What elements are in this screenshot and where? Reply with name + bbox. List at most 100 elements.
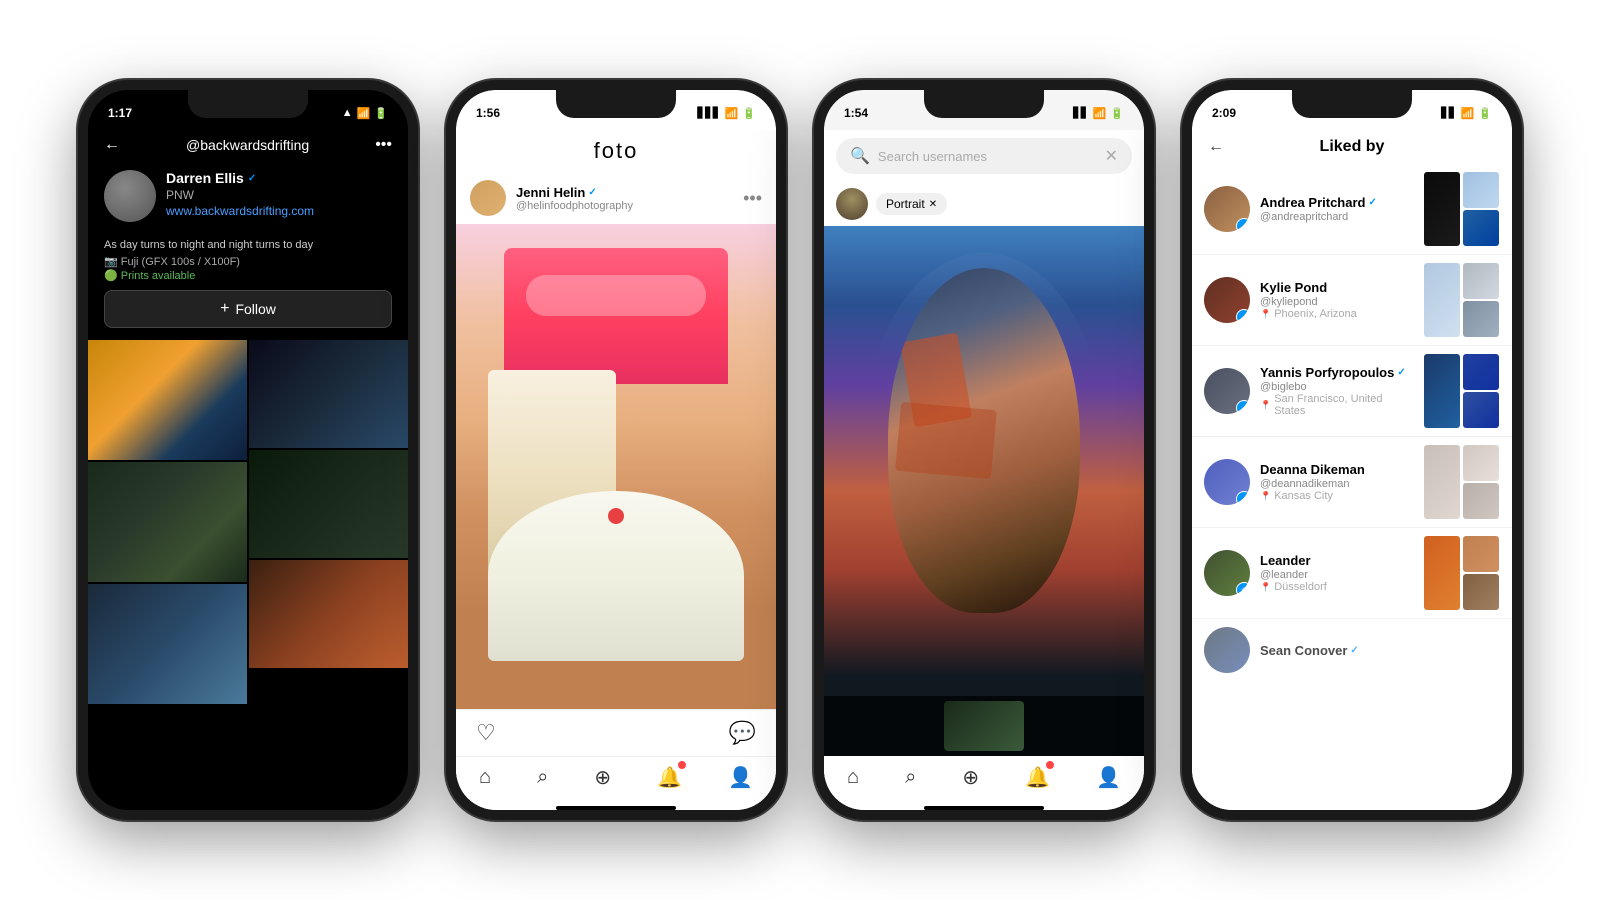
follow-check-kylie: ✓: [1236, 309, 1250, 323]
back-icon-1[interactable]: ←: [104, 136, 120, 154]
liked-item-deanna[interactable]: ✓ Deanna Dikeman @deannadikeman 📍 Kansas…: [1192, 436, 1512, 527]
pin-icon-kylie: 📍: [1260, 309, 1271, 320]
grid-img-3[interactable]: [88, 462, 247, 582]
time-4: 2:09: [1212, 106, 1236, 120]
liked-info-kylie: Kylie Pond @kyliepond 📍 Phoenix, Arizona: [1260, 280, 1414, 320]
more-icon-2[interactable]: •••: [743, 188, 762, 209]
add-nav[interactable]: ⊕: [594, 765, 611, 790]
grid-img-6[interactable]: [249, 560, 408, 668]
liked-name-andrea: Andrea Pritchard ✓: [1260, 195, 1414, 210]
liked-photo-a3: [1463, 210, 1499, 246]
filter-chip-portrait[interactable]: Portrait ✕: [876, 193, 947, 215]
home-nav-3[interactable]: ⌂: [847, 766, 859, 789]
liked-name-leander: Leander: [1260, 553, 1414, 568]
liked-photo-d1: [1424, 445, 1460, 519]
follow-plus-leander: +: [1236, 582, 1250, 596]
liked-title: Liked by: [1224, 138, 1480, 156]
liked-location-kylie: 📍 Phoenix, Arizona: [1260, 308, 1414, 320]
liked-photos-deanna: [1424, 445, 1500, 519]
signal-icon-2: ▋▋▋: [698, 108, 721, 119]
post-avatar[interactable]: [470, 180, 506, 216]
add-nav-3[interactable]: ⊕: [962, 765, 979, 790]
time-1: 1:17: [108, 106, 132, 120]
grid-img-2[interactable]: [249, 340, 408, 448]
post-image: [456, 224, 776, 709]
liked-item-leander[interactable]: + Leander @leander 📍 Düsseldorf: [1192, 527, 1512, 618]
home-bar-3: [924, 806, 1044, 810]
scene: 1:17 ▲ 📶 🔋 ← @backwardsdrifting •••: [0, 0, 1600, 900]
liked-avatar-andrea: ✓: [1204, 186, 1250, 232]
verified-andrea: ✓: [1368, 197, 1376, 208]
post-handle: @helinfoodphotography: [516, 200, 733, 212]
liked-handle-deanna: @deannadikeman: [1260, 478, 1414, 490]
like-icon[interactable]: ♡: [476, 720, 496, 746]
post-username: Jenni Helin ✓: [516, 185, 733, 200]
notif-nav-2[interactable]: 🔔: [657, 765, 682, 790]
profile-username: @backwardsdrifting: [120, 137, 375, 153]
liked-location-leander: 📍 Düsseldorf: [1260, 581, 1414, 593]
notch-4: [1292, 90, 1412, 118]
search-nav-3[interactable]: ⌕: [905, 766, 916, 789]
liked-item-yannis[interactable]: ✓ Yannis Porfyropoulos ✓ @biglebo 📍 San …: [1192, 345, 1512, 436]
cake-scene: [456, 224, 776, 709]
time-2: 1:56: [476, 106, 500, 120]
liked-handle-andrea: @andreapritchard: [1260, 211, 1414, 223]
comment-icon[interactable]: 💬: [729, 720, 756, 746]
back-icon-4[interactable]: ←: [1208, 138, 1224, 156]
follow-check-yannis: ✓: [1236, 400, 1250, 414]
phone3-content: 🔍 Search usernames ✕ Portrait ✕: [824, 130, 1144, 810]
liked-item-sean[interactable]: Sean Conover ✓: [1192, 618, 1512, 681]
phone-4: 2:09 ▋▋ 📶 🔋 ← Liked by ✓: [1182, 80, 1522, 820]
liked-name-deanna: Deanna Dikeman: [1260, 462, 1414, 477]
follow-button[interactable]: + Follow: [104, 290, 392, 328]
liked-info-leander: Leander @leander 📍 Düsseldorf: [1260, 553, 1414, 593]
grid-img-4[interactable]: [249, 450, 408, 558]
liked-photo-y2: [1463, 354, 1499, 390]
liked-name-kylie: Kylie Pond: [1260, 280, 1414, 295]
wifi-icon-2: 📶: [725, 107, 739, 120]
liked-photo-d2: [1463, 445, 1499, 481]
liked-handle-leander: @leander: [1260, 569, 1414, 581]
liked-handle-kylie: @kyliepond: [1260, 296, 1414, 308]
search-nav-2[interactable]: ⌕: [537, 766, 548, 789]
verified-badge-1: ✓: [248, 173, 256, 184]
liked-list: ✓ Andrea Pritchard ✓ @andreapritchard: [1192, 164, 1512, 810]
liked-info-sean: Sean Conover ✓: [1260, 643, 1500, 658]
notif-nav-3[interactable]: 🔔: [1025, 765, 1050, 790]
profile-camera: 📷 Fuji (GFX 100s / X100F): [104, 255, 392, 268]
home-bar-2: [556, 806, 676, 810]
profile-nav-3[interactable]: 👤: [1096, 765, 1121, 790]
status-icons-4: ▋▋ 📶 🔋: [1441, 107, 1492, 120]
grid-img-1[interactable]: [88, 340, 247, 460]
more-icon-1[interactable]: •••: [375, 136, 392, 154]
liked-item-kylie[interactable]: ✓ Kylie Pond @kyliepond 📍 Phoenix, Arizo…: [1192, 254, 1512, 345]
liked-avatar-kylie: ✓: [1204, 277, 1250, 323]
wifi-icon-4: 📶: [1461, 107, 1475, 120]
liked-item-andrea[interactable]: ✓ Andrea Pritchard ✓ @andreapritchard: [1192, 164, 1512, 254]
liked-photo-a1: [1424, 172, 1460, 246]
pin-icon-leander: 📍: [1260, 582, 1271, 593]
liked-info-yannis: Yannis Porfyropoulos ✓ @biglebo 📍 San Fr…: [1260, 365, 1414, 417]
post-user-info: Jenni Helin ✓ @helinfoodphotography: [516, 185, 733, 212]
status-icons-2: ▋▋▋ 📶 🔋: [698, 107, 756, 120]
liked-avatar-yannis: ✓: [1204, 368, 1250, 414]
filter-remove-icon[interactable]: ✕: [929, 199, 937, 210]
home-nav[interactable]: ⌂: [479, 766, 491, 789]
mini-preview-img[interactable]: [944, 701, 1024, 751]
wifi-icon-1: ▲: [342, 107, 353, 119]
mini-preview-bar: [824, 696, 1144, 756]
status-icons-1: ▲ 📶 🔋: [342, 107, 388, 120]
profile-link[interactable]: www.backwardsdrifting.com: [166, 204, 392, 218]
grid-img-5[interactable]: [88, 584, 247, 704]
liked-photos-leander: [1424, 536, 1500, 610]
liked-photos-andrea: [1424, 172, 1500, 246]
filter-avatar: [836, 188, 868, 220]
liked-photos-yannis: [1424, 354, 1500, 428]
liked-info-andrea: Andrea Pritchard ✓ @andreapritchard: [1260, 195, 1414, 223]
close-icon-3[interactable]: ✕: [1105, 146, 1118, 166]
search-bar[interactable]: 🔍 Search usernames ✕: [836, 138, 1132, 174]
search-input-3[interactable]: Search usernames: [878, 149, 1097, 164]
bottom-nav-3: ⌂ ⌕ ⊕ 🔔 👤: [824, 756, 1144, 802]
profile-nav-2[interactable]: 👤: [728, 765, 753, 790]
grid-col-left: [88, 340, 247, 810]
